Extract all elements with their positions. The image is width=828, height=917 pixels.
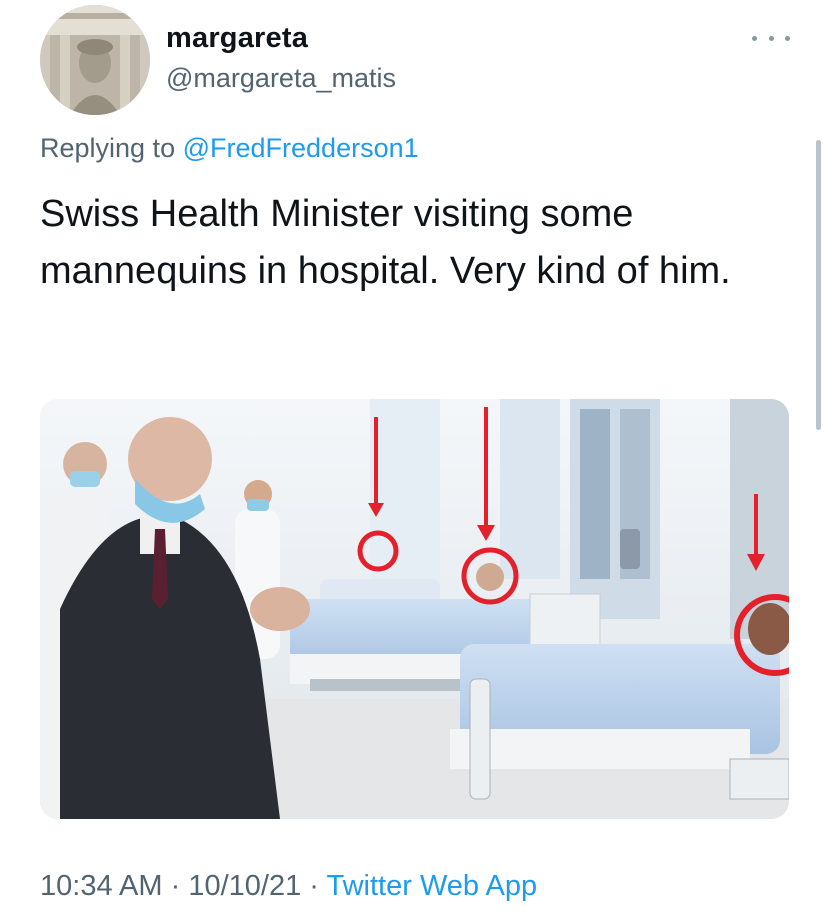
reply-mention-link[interactable]: @FredFredderson1 (183, 133, 419, 163)
meta-separator: · (309, 870, 319, 902)
author-avatar[interactable] (40, 5, 150, 115)
replying-to-line: Replying to @FredFredderson1 (40, 133, 419, 164)
hospital-photo-icon (40, 399, 789, 819)
more-dot (768, 35, 774, 41)
tweet-meta: 10:34 AM · 10/10/21 · Twitter Web App (40, 870, 537, 903)
avatar-statue-icon (40, 5, 150, 115)
more-dot (752, 35, 757, 41)
tweet-media-photo[interactable] (40, 399, 789, 819)
scrollbar[interactable] (816, 140, 821, 430)
tweet-date[interactable]: 10/10/21 (188, 870, 301, 902)
meta-separator: · (170, 870, 181, 902)
more-options-icon[interactable] (752, 30, 790, 46)
more-dot (785, 35, 790, 41)
tweet-source-link[interactable]: Twitter Web App (327, 870, 538, 902)
author-handle[interactable]: @margareta_matis (166, 63, 396, 94)
author-name[interactable]: margareta (166, 22, 308, 55)
replying-to-label: Replying to (40, 133, 176, 163)
tweet-time[interactable]: 10:34 AM (40, 870, 163, 902)
tweet-text: Swiss Health Minister visiting some mann… (40, 193, 731, 292)
